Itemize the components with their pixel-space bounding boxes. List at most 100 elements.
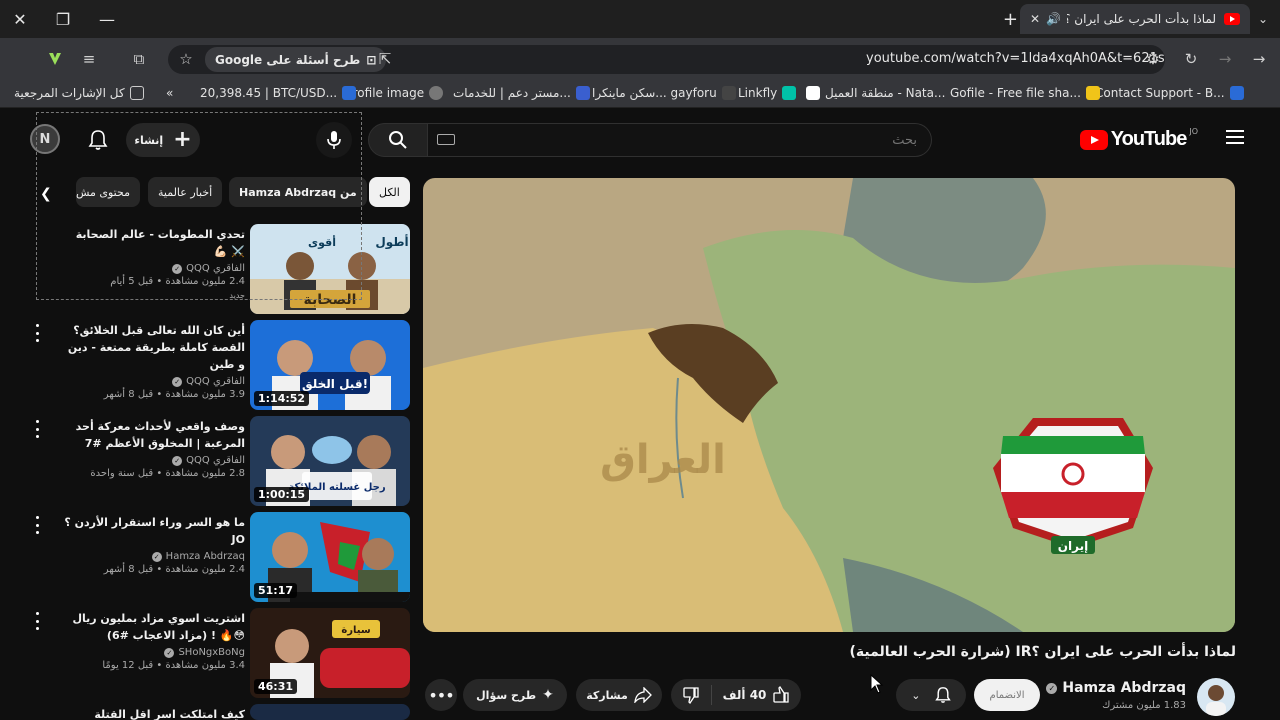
rec-info: ما هو السر وراء استقرار الأردن ؟JO Hamza… — [60, 514, 245, 575]
reload-icon[interactable]: ↻ — [1180, 48, 1202, 70]
reading-list-icon[interactable]: ≡ — [78, 48, 100, 70]
bell-icon — [88, 130, 108, 150]
rec-channel: Hamza Abdrzaq — [165, 551, 245, 562]
video-thumbnail[interactable] — [250, 704, 410, 720]
more-options-icon[interactable] — [34, 324, 40, 342]
notifications-button[interactable] — [84, 126, 112, 154]
forward-icon[interactable]: → — [1214, 48, 1236, 70]
vpn-extension-icon[interactable] — [44, 48, 66, 70]
bookmark-item[interactable]: Gofile - Free file sha... — [950, 86, 1100, 100]
install-app-icon[interactable]: ⇱ — [374, 48, 396, 70]
thumbs-up-icon — [773, 686, 790, 703]
join-button[interactable]: الانضمام — [974, 679, 1040, 711]
rec-title: كيف امتلكت اسر اقل القتلة الدولية ؟ (شكل — [94, 708, 245, 720]
verified-icon: ✓ — [172, 455, 183, 466]
rec-meta: 2.4 مليون مشاهدة • قبل 5 أيام — [110, 276, 245, 287]
bookmark-favicon-icon — [429, 86, 444, 100]
dislike-button[interactable] — [671, 686, 711, 704]
browser-tab[interactable]: لماذا بدأت الحرب على ايران ؟IR 🔊 ✕ — [1020, 4, 1250, 34]
chevron-left-icon[interactable]: ❮ — [40, 186, 52, 202]
duration-badge: 46:31 — [254, 679, 298, 694]
rec-meta: 3.4 مليون مشاهدة • قبل 12 يومًا — [102, 660, 245, 671]
youtube-play-icon — [1079, 129, 1108, 150]
voice-search-button[interactable] — [316, 122, 352, 158]
new-tab-button[interactable]: + — [1003, 9, 1018, 30]
video-thumbnail[interactable]: قبل الخلق! 1:14:52 — [250, 320, 410, 410]
rec-channel: الفاقري QQQ — [186, 376, 245, 387]
create-button[interactable]: إنشاء + — [126, 123, 200, 157]
bookmark-item[interactable]: Contact Support - B... — [1095, 86, 1244, 100]
back-icon[interactable]: → — [1248, 48, 1270, 70]
search-icon — [389, 131, 407, 149]
ask-google-label: طرح أسئلة على Google — [215, 52, 361, 67]
ask-google-chip[interactable]: ⊡ طرح أسئلة على Google — [205, 47, 387, 72]
map-scene: العراق إيران — [423, 178, 1235, 632]
share-icon — [634, 687, 652, 703]
minimize-window-icon[interactable]: — — [87, 0, 127, 38]
thumb-text: سيارة — [341, 625, 370, 636]
tab-audio-icon[interactable]: 🔊 — [1046, 12, 1061, 26]
close-window-icon[interactable]: ✕ — [0, 0, 40, 38]
more-actions-button[interactable]: ••• — [425, 679, 457, 711]
rec-meta: 3.9 مليون مشاهدة • قبل 8 أشهر — [103, 389, 245, 400]
tab-search-chevron-icon[interactable]: ⌄ — [1252, 8, 1274, 30]
more-options-icon[interactable] — [34, 420, 40, 438]
rec-info: اشتريت اسوي مزاد بمليون ريال 😳🔥 ! (مزاد … — [60, 610, 245, 671]
video-thumbnail[interactable]: رجل غسلته الملائكة 1:00:15 — [250, 416, 410, 506]
more-options-icon[interactable] — [34, 516, 40, 534]
bookmark-item[interactable]: profile image — [345, 86, 444, 100]
search-button[interactable] — [368, 123, 428, 157]
video-thumbnail[interactable]: سيارة 46:31 — [250, 608, 410, 698]
map-label-iran: إيران — [1058, 539, 1088, 553]
site-settings-icon[interactable]: ⚙ — [1142, 48, 1164, 70]
ask-button[interactable]: ✦ طرح سؤال — [463, 679, 567, 711]
more-options-icon[interactable] — [34, 612, 40, 630]
bookmark-item[interactable]: 20,398.45 | BTC/USD... — [200, 86, 357, 100]
list-item[interactable]: كيف امتلكت اسر اقل القتلة الدولية ؟ (شكل — [30, 704, 410, 720]
more-bookmarks-icon[interactable]: « — [166, 86, 173, 100]
like-count: 40 ألف — [722, 688, 767, 702]
list-item[interactable]: سيارة 46:31 اشتريت اسوي مزاد بمليون ريال… — [30, 608, 410, 698]
tab-close-icon[interactable]: ✕ — [1030, 12, 1040, 26]
share-label: مشاركة — [586, 688, 628, 702]
video-player[interactable]: العراق إيران — [423, 178, 1235, 632]
account-avatar[interactable]: N — [30, 124, 60, 154]
channel-name[interactable]: ✓ Hamza Abdrzaq — [1046, 680, 1186, 696]
bookmark-item[interactable]: مستر دعم | للخدمات... — [453, 86, 590, 100]
bookmark-item[interactable]: Linkfly — [738, 86, 797, 100]
duration-badge: 51:17 — [254, 583, 298, 598]
url-text[interactable]: youtube.com/watch?v=1lda4xqAh0A&t=621s — [866, 51, 1165, 66]
video-thumbnail[interactable]: 51:17 — [250, 512, 410, 602]
keyboard-icon[interactable] — [437, 134, 455, 145]
rec-title: تحدي المطومات - عالم الصحابة ⚔️ 💪🏻 — [75, 228, 245, 258]
bookmark-star-icon[interactable]: ☆ — [175, 48, 197, 70]
youtube-logo[interactable]: YouTube JO — [1079, 127, 1198, 151]
chip-from-channel[interactable]: من Hamza Abdrzaq — [229, 177, 367, 207]
list-item[interactable]: رجل غسلته الملائكة 1:00:15 وصف واقعي لأح… — [30, 416, 410, 506]
share-button[interactable]: مشاركة — [576, 679, 662, 711]
subscription-button[interactable]: ⌄ — [896, 679, 966, 711]
bookmark-favicon-icon — [1229, 86, 1244, 100]
channel-avatar[interactable] — [1197, 678, 1235, 716]
rec-channel: الفاقري QQQ — [186, 263, 245, 274]
chip-world-news[interactable]: أخبار عالمية — [148, 177, 223, 207]
chip-all[interactable]: الكل — [369, 177, 410, 207]
verified-icon: ✓ — [172, 263, 183, 274]
verified-icon: ✓ — [1046, 682, 1058, 694]
bookmark-item[interactable]: منطقة العميل - Nata... — [806, 86, 945, 100]
list-item[interactable]: 51:17 ما هو السر وراء استقرار الأردن ؟JO… — [30, 512, 410, 602]
like-button[interactable]: 40 ألف — [711, 685, 801, 705]
bell-icon — [935, 687, 951, 703]
chip-suggested[interactable]: محتوى مش — [76, 177, 140, 207]
list-item[interactable]: قبل الخلق! 1:14:52 أين كان الله تعالى قب… — [30, 320, 410, 410]
youtube-wordmark: YouTube — [1110, 128, 1188, 150]
guide-menu-icon[interactable] — [1226, 130, 1244, 144]
search-box[interactable] — [428, 123, 932, 157]
extensions-icon[interactable]: ⧉ — [128, 48, 150, 70]
search-input[interactable] — [428, 124, 931, 156]
list-item[interactable]: أطول أقوى الصحابة تحدي المطومات - عالم ا… — [30, 224, 410, 314]
all-bookmarks-folder[interactable]: كل الإشارات المرجعية — [14, 86, 144, 100]
restore-window-icon[interactable]: ❐ — [43, 0, 83, 38]
bookmark-item[interactable]: سكن ماينكرا... gayforu — [592, 86, 736, 100]
video-thumbnail[interactable]: أطول أقوى الصحابة — [250, 224, 410, 314]
